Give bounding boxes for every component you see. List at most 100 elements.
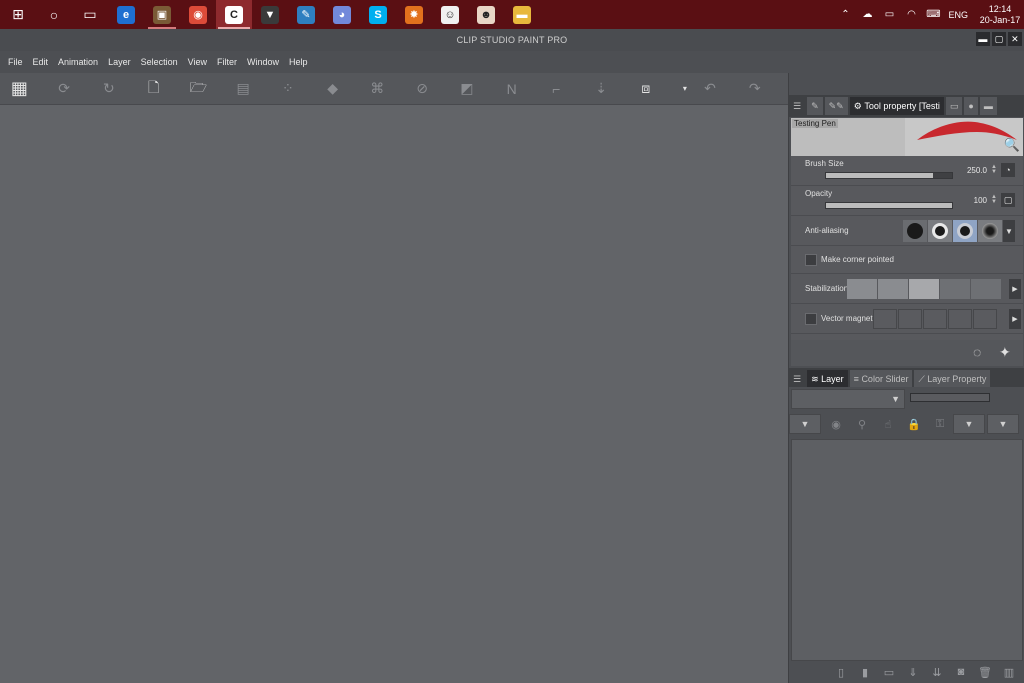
taskbar-button[interactable]: ▼	[252, 0, 288, 29]
tab-tool-property[interactable]: ⚙ Tool property [Testi	[849, 97, 944, 115]
new-file-icon[interactable]: 🗋	[142, 78, 165, 100]
brush-size-value[interactable]: 250.0	[951, 166, 987, 175]
vector-magnet-level-2[interactable]	[898, 309, 922, 329]
wifi-icon[interactable]: ◠	[900, 9, 922, 20]
reference-icon[interactable]: ☝	[875, 414, 901, 434]
keyboard-icon[interactable]: ⌨	[922, 9, 944, 20]
tab-layer-property[interactable]: ⟋ Layer Property	[914, 370, 991, 388]
new-folder-icon[interactable]: ▭	[877, 663, 901, 681]
clock[interactable]: 12:14 20-Jan-17	[976, 4, 1024, 26]
cloud-icon[interactable]: ☁	[856, 9, 878, 20]
eye-icon[interactable]: ◉	[823, 414, 849, 434]
clip-studio-assets-icon[interactable]: ↻	[98, 78, 121, 100]
layer-dropdown-2[interactable]: ▼	[953, 414, 985, 434]
menu-filter[interactable]: Filter	[217, 57, 237, 67]
select-dots-icon[interactable]: ⁘	[277, 78, 300, 100]
vector-magnet-level-3[interactable]	[923, 309, 947, 329]
pressure-icon[interactable]: ◔	[1001, 163, 1015, 177]
delete-layer-icon[interactable]: ▥	[997, 663, 1021, 681]
menu-help[interactable]: Help	[289, 57, 308, 67]
tab-color-wheel[interactable]: ●	[964, 97, 978, 115]
clip-studio-logo-icon[interactable]: ⟳	[53, 78, 76, 100]
fill-bucket-icon[interactable]: ◆	[321, 78, 344, 100]
panel-menu-icon[interactable]: ☰	[789, 97, 805, 115]
wrench-icon[interactable]: ✦	[999, 344, 1011, 361]
vector-magnet-level-4[interactable]	[948, 309, 972, 329]
layer-list[interactable]	[791, 439, 1023, 661]
tab-navigator[interactable]: ▬	[979, 97, 997, 115]
canvas-area[interactable]	[0, 105, 788, 683]
taskbar-button[interactable]: e	[108, 0, 144, 29]
anti-aliasing-none[interactable]	[903, 220, 927, 242]
taskbar-button[interactable]: ○	[36, 0, 72, 29]
stabilization-level-4[interactable]	[940, 279, 970, 299]
stabilization-arrow-icon[interactable]: ▶	[1009, 279, 1021, 299]
merge-down-icon[interactable]: ⇓	[901, 663, 925, 681]
taskbar-button[interactable]: ◕	[324, 0, 360, 29]
maximize-button[interactable]: ▢	[992, 32, 1006, 46]
menu-file[interactable]: File	[8, 57, 23, 67]
redo-icon[interactable]: ↷	[743, 78, 766, 100]
clip-icon[interactable]: ⚲	[849, 414, 875, 434]
vector-magnet-level-5[interactable]	[973, 309, 997, 329]
undo-icon[interactable]: ↶	[699, 78, 722, 100]
brush-size-slider[interactable]	[825, 172, 953, 179]
stabilization-level-2[interactable]	[878, 279, 908, 299]
anti-aliasing-strong[interactable]	[978, 220, 1002, 242]
trash-icon[interactable]: 🗑	[973, 663, 997, 681]
anti-aliasing-weak[interactable]	[928, 220, 952, 242]
combine-icon[interactable]: ⇊	[925, 663, 949, 681]
menu-animation[interactable]: Animation	[58, 57, 98, 67]
lock-transparency-icon[interactable]: ⚿	[927, 414, 953, 434]
taskbar-button[interactable]: ☺	[432, 0, 468, 29]
language-indicator[interactable]: ENG	[948, 10, 968, 20]
stabilization-level-5[interactable]	[971, 279, 1001, 299]
tab-color-slider[interactable]: ≡ Color Slider	[849, 370, 913, 388]
new-vector-layer-icon[interactable]: ▮	[853, 663, 877, 681]
taskbar-button[interactable]: ▣	[144, 0, 180, 29]
grid-view-icon[interactable]: ▦	[8, 78, 31, 100]
mask-icon[interactable]: ◙	[949, 663, 973, 681]
make-corner-checkbox[interactable]	[805, 254, 817, 266]
menu-layer[interactable]: Layer	[108, 57, 131, 67]
chevron-up-icon[interactable]: ⌃	[834, 9, 856, 20]
vector-magnet-arrow-icon[interactable]: ▶	[1009, 309, 1021, 329]
taskbar-button[interactable]: C	[216, 0, 252, 29]
loading-icon[interactable]: ◌	[973, 344, 981, 360]
layer-dropdown-1[interactable]: ▼	[789, 414, 821, 434]
taskbar-button[interactable]: ◉	[180, 0, 216, 29]
lock-icon[interactable]: 🔒	[901, 414, 927, 434]
search-icon[interactable]: 🔍	[1004, 137, 1020, 153]
taskbar-button[interactable]: ⊞	[0, 0, 36, 29]
menu-window[interactable]: Window	[247, 57, 279, 67]
taskbar-button[interactable]: ▭	[72, 0, 108, 29]
ruler-icon[interactable]: N	[500, 78, 523, 100]
tab-pen-2[interactable]: ✎✎	[824, 97, 848, 115]
chevron-down-icon[interactable]: ▾	[679, 78, 690, 100]
menu-view[interactable]: View	[188, 57, 207, 67]
taskbar-button[interactable]: ✸	[396, 0, 432, 29]
opacity-toggle-icon[interactable]: ▢	[1001, 193, 1015, 207]
blend-mode-select[interactable]: ▼	[791, 389, 905, 409]
opacity-slider[interactable]	[825, 202, 953, 209]
clear-icon[interactable]: ⊘	[411, 78, 434, 100]
anti-aliasing-dropdown-icon[interactable]: ▼	[1003, 220, 1015, 242]
layer-opacity-bar[interactable]	[910, 393, 990, 402]
stabilization-level-1[interactable]	[847, 279, 877, 299]
opacity-spinner[interactable]: ▲ ▼	[991, 194, 997, 205]
tab-pen-1[interactable]: ✎	[807, 97, 823, 115]
brush-size-spinner[interactable]: ▲ ▼	[991, 164, 997, 175]
open-folder-icon[interactable]: 🗁	[187, 78, 210, 100]
stabilization-level-3[interactable]	[909, 279, 939, 299]
layer-panel-menu-icon[interactable]: ☰	[789, 370, 805, 388]
menu-selection[interactable]: Selection	[141, 57, 178, 67]
fill-icon[interactable]: ◩	[456, 78, 479, 100]
save-icon[interactable]: ▤	[232, 78, 255, 100]
layer-dropdown-3[interactable]: ▼	[987, 414, 1019, 434]
taskbar-button[interactable]: S	[360, 0, 396, 29]
minimize-button[interactable]: ▬	[976, 32, 990, 46]
battery-icon[interactable]: ▭	[878, 9, 900, 20]
close-button[interactable]: ✕	[1008, 32, 1022, 46]
opacity-value[interactable]: 100	[951, 196, 987, 205]
vector-magnet-level-1[interactable]	[873, 309, 897, 329]
